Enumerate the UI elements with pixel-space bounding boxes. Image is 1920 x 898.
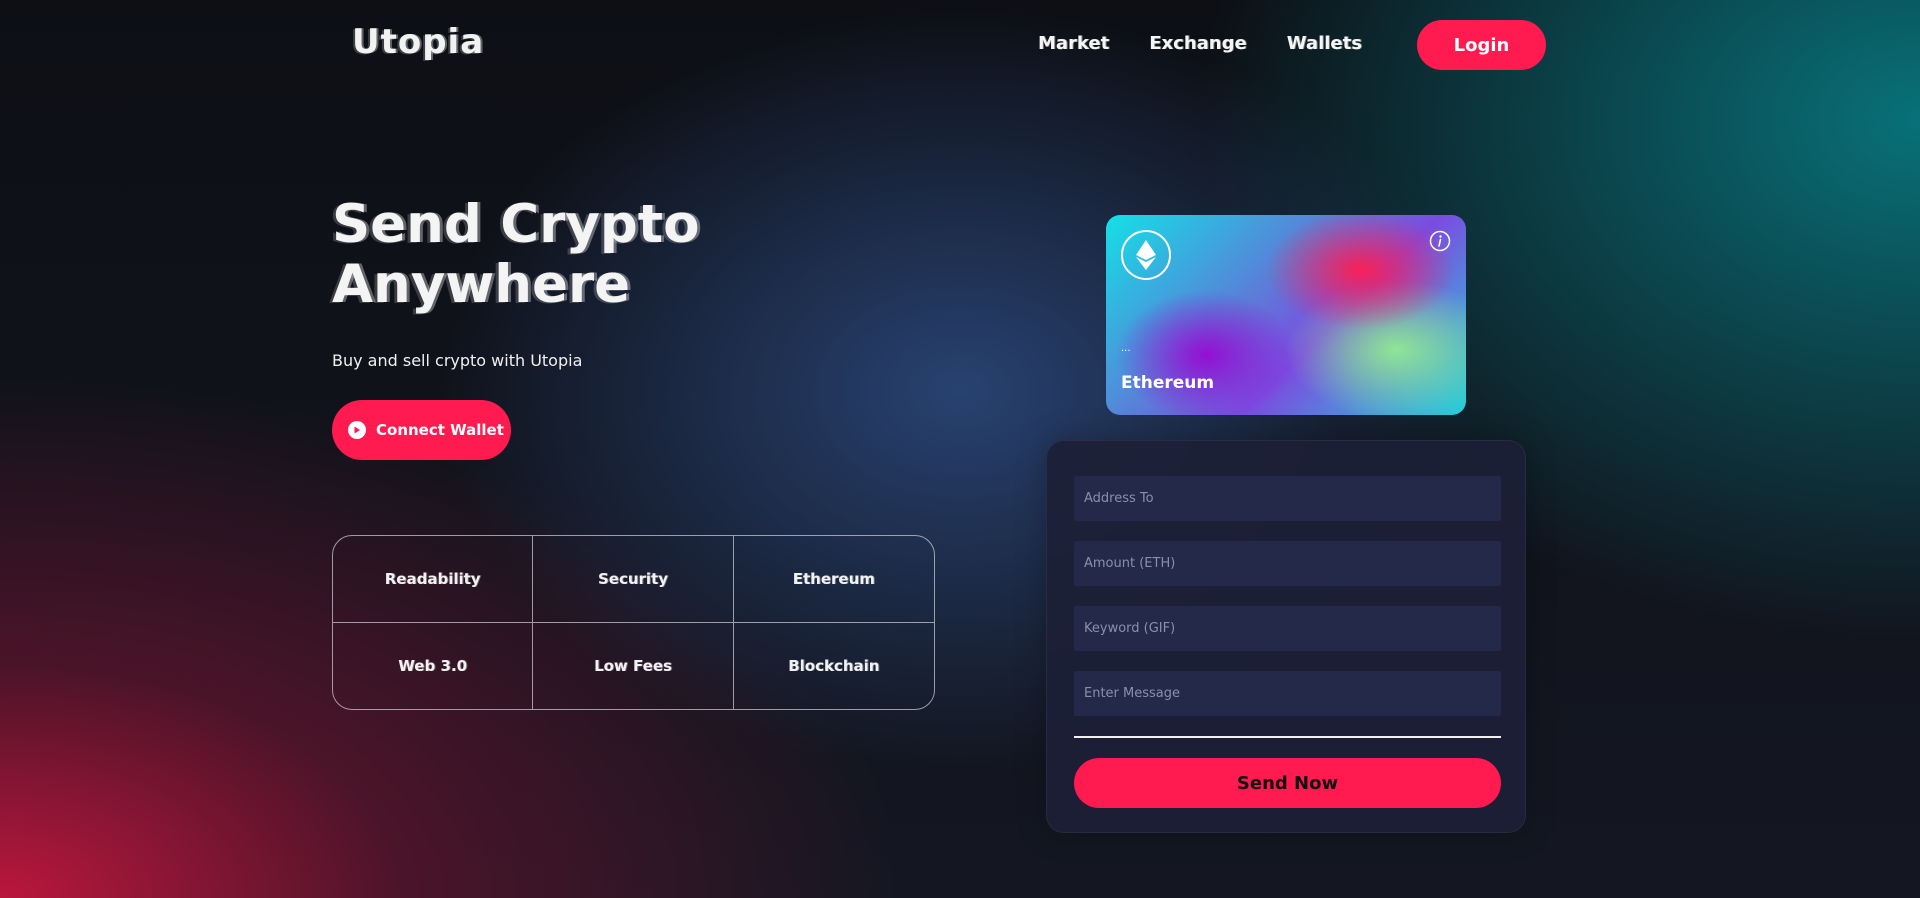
- feature-ethereum: Ethereum: [733, 536, 934, 623]
- nav-link-exchange[interactable]: Exchange: [1149, 33, 1246, 54]
- main-nav: Market Exchange Wallets: [1038, 33, 1402, 54]
- ethereum-icon: [1121, 230, 1171, 280]
- nav-link-market[interactable]: Market: [1038, 33, 1109, 54]
- send-form: Send Now: [1046, 440, 1526, 833]
- address-input[interactable]: [1074, 476, 1501, 521]
- feature-security: Security: [533, 536, 734, 623]
- feature-web3: Web 3.0: [333, 622, 534, 709]
- card-network-name: Ethereum: [1121, 373, 1215, 393]
- hero-title-line-1: Send Crypto: [332, 194, 700, 255]
- connect-wallet-button[interactable]: Connect Wallet: [332, 400, 511, 460]
- keyword-input[interactable]: [1074, 606, 1501, 651]
- ethereum-card: ... Ethereum: [1106, 215, 1466, 415]
- login-button[interactable]: Login: [1417, 20, 1546, 70]
- feature-grid: Readability Security Ethereum Web 3.0 Lo…: [332, 535, 935, 710]
- feature-blockchain: Blockchain: [788, 656, 880, 675]
- amount-input[interactable]: [1074, 541, 1501, 586]
- header: Utopia Market Exchange Wallets Login: [0, 0, 1920, 90]
- message-input[interactable]: [1074, 671, 1501, 716]
- wallet-address: ...: [1121, 343, 1131, 354]
- hero-title-line-2: Anywhere: [332, 254, 631, 315]
- play-icon: [348, 421, 366, 439]
- feature-readability: Readability: [333, 536, 534, 623]
- hero-title: Send Crypto Anywhere: [332, 195, 832, 315]
- connect-wallet-label: Connect Wallet: [376, 421, 504, 439]
- hero-subtitle: Buy and sell crypto with Utopia: [332, 351, 583, 370]
- form-divider: [1074, 736, 1501, 738]
- logo[interactable]: Utopia: [352, 22, 484, 62]
- send-now-button[interactable]: Send Now: [1074, 758, 1501, 808]
- info-icon[interactable]: [1429, 230, 1451, 252]
- feature-low-fees: Low Fees: [533, 622, 734, 709]
- nav-link-wallets[interactable]: Wallets: [1287, 33, 1362, 54]
